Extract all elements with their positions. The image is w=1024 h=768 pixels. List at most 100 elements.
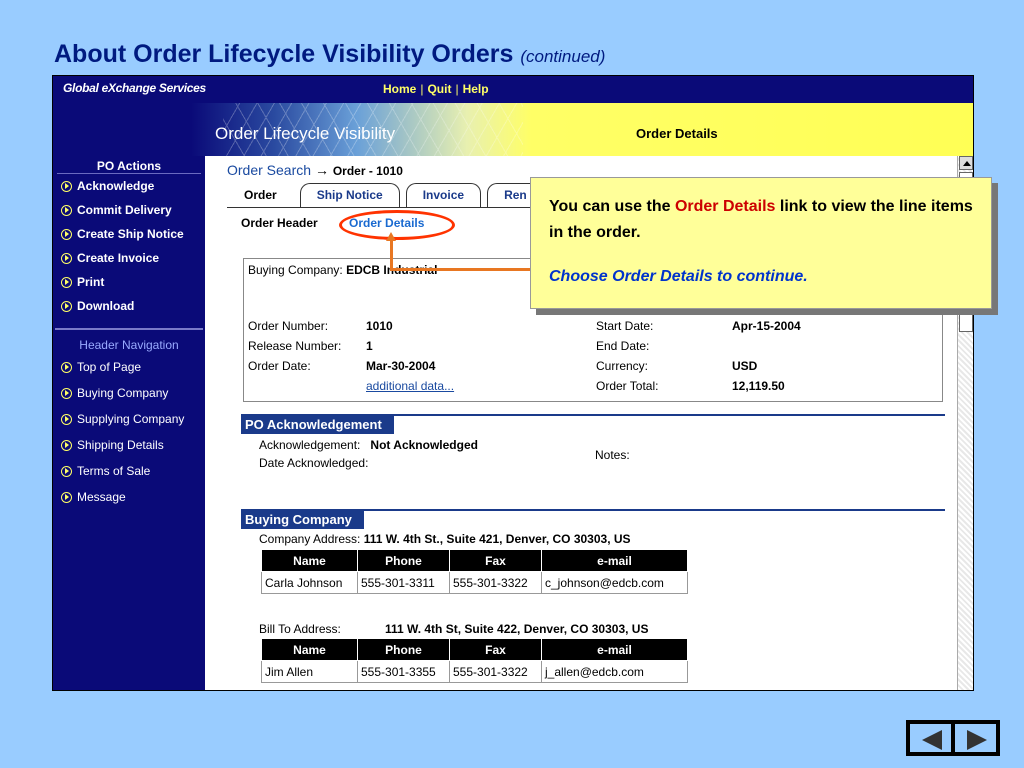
table-cell: 555-301-3355 [357, 660, 450, 683]
field-label: Order Number: [248, 319, 329, 333]
table-header-row: Name Phone Fax e-mail [261, 638, 688, 661]
arrow-circle-icon [61, 276, 72, 288]
po-actions-heading: PO Actions [57, 159, 201, 174]
currency-row: Currency: USD [596, 359, 757, 373]
sidebar-item-label: Download [77, 299, 135, 313]
field-label: Start Date: [596, 319, 654, 333]
ack-section-title: PO Acknowledgement [241, 416, 394, 434]
field-value: Mar-30-2004 [366, 359, 436, 373]
field-label: Date Acknowledged: [259, 456, 369, 470]
header-navigation-heading: Header Navigation [79, 338, 179, 352]
arrow-right-icon: → [314, 162, 329, 178]
field-label: End Date: [596, 339, 650, 353]
company-contact-table: Name Phone Fax e-mail Carla Johnson 555-… [261, 549, 688, 594]
arrow-circle-icon [61, 439, 72, 451]
column-header: Phone [357, 638, 450, 661]
sidebar-item-label: Commit Delivery [77, 203, 172, 217]
sidebar-item-commit-delivery[interactable]: Commit Delivery [53, 198, 205, 222]
quit-link[interactable]: Quit [427, 82, 451, 96]
field-value: 12,119.50 [732, 379, 785, 393]
arrow-circle-icon [61, 180, 72, 192]
sidebar-item-label: Message [77, 490, 126, 504]
table-row: Jim Allen 555-301-3355 555-301-3322 j_al… [261, 660, 688, 683]
arrow-circle-icon [61, 387, 72, 399]
tab-order[interactable]: Order [227, 183, 294, 207]
column-header: Name [261, 638, 358, 661]
column-header: Phone [357, 549, 450, 572]
sidebar-item-buying-company[interactable]: Buying Company [53, 380, 205, 406]
previous-arrow-icon[interactable] [910, 724, 951, 752]
table-cell: Carla Johnson [261, 571, 358, 594]
sidebar-item-create-ship-notice[interactable]: Create Ship Notice [53, 222, 205, 246]
column-header: e-mail [541, 549, 688, 572]
sidebar-item-supplying-company[interactable]: Supplying Company [53, 406, 205, 432]
sidebar-item-label: Terms of Sale [77, 464, 151, 478]
field-label: Acknowledgement: [259, 438, 361, 452]
brand-logo: Global eXchange Services [63, 81, 206, 95]
sidebar-item-top-of-page[interactable]: Top of Page [53, 354, 205, 380]
bill-contact-table: Name Phone Fax e-mail Jim Allen 555-301-… [261, 638, 688, 683]
buying-section-title: Buying Company [241, 511, 364, 529]
arrow-circle-icon [61, 413, 72, 425]
sidebar-item-create-invoice[interactable]: Create Invoice [53, 246, 205, 270]
release-number-row: Release Number: 1 [248, 339, 373, 353]
slide-title: About Order Lifecycle Visibility Orders … [54, 40, 605, 69]
field-label: Order Date: [248, 359, 311, 373]
banner [53, 103, 973, 156]
callout-connector [390, 238, 393, 271]
table-cell: c_johnson@edcb.com [541, 571, 688, 594]
table-cell: j_allen@edcb.com [541, 660, 688, 683]
sidebar-item-acknowledge[interactable]: Acknowledge [53, 174, 205, 198]
sidebar-item-label: Buying Company [77, 386, 169, 400]
date-ack-row: Date Acknowledged: [259, 456, 368, 470]
order-date-row: Order Date: Mar-30-2004 [248, 359, 435, 373]
highlight-oval [339, 210, 455, 240]
home-link[interactable]: Home [383, 82, 416, 96]
field-value: 111 W. 4th St., Suite 421, Denver, CO 30… [363, 532, 631, 546]
arrow-circle-icon [61, 204, 72, 216]
order-search-link[interactable]: Order Search [227, 162, 311, 178]
sidebar-item-download[interactable]: Download [53, 294, 205, 318]
callout-highlight: Order Details [674, 198, 776, 215]
sidebar-item-terms-of-sale[interactable]: Terms of Sale [53, 458, 205, 484]
tab-invoice[interactable]: Invoice [405, 183, 482, 207]
breadcrumb-current: Order - 1010 [332, 164, 403, 178]
breadcrumb: Order Search → Order - 1010 [227, 162, 403, 178]
bill-to-row: Bill To Address: 111 W. 4th St, Suite 422… [259, 622, 648, 636]
arrow-circle-icon [61, 361, 72, 373]
field-label: Company Address: [259, 532, 361, 546]
callout-text: You can use the [549, 198, 675, 215]
additional-data-link[interactable]: additional data... [366, 379, 454, 393]
arrow-circle-icon [61, 491, 72, 503]
sidebar-item-message[interactable]: Message [53, 484, 205, 510]
field-value: Apr-15-2004 [732, 319, 801, 333]
sidebar-item-label: Acknowledge [77, 179, 155, 193]
arrow-circle-icon [61, 300, 72, 312]
sidebar: PO Actions Acknowledge Commit Delivery C… [53, 156, 205, 690]
column-header: e-mail [541, 638, 688, 661]
scroll-up-icon[interactable] [959, 156, 973, 170]
sidebar-divider [55, 328, 203, 330]
column-header: Fax [449, 549, 542, 572]
column-header: Fax [449, 638, 542, 661]
field-label: Bill To Address: [259, 622, 341, 636]
field-value: 111 W. 4th St, Suite 422, Denver, CO 303… [385, 622, 649, 636]
subtab-order-header[interactable]: Order Header [241, 216, 318, 230]
field-label: Buying Company: [248, 263, 343, 277]
tab-ship-notice[interactable]: Ship Notice [299, 183, 400, 207]
sidebar-item-label: Print [77, 275, 105, 289]
arrow-up-icon [386, 232, 396, 241]
section-title: Order Details [636, 126, 718, 141]
callout-instruction: Choose Order Details to continue. [549, 268, 808, 285]
field-value: 1 [366, 339, 373, 353]
field-value: 1010 [366, 319, 393, 333]
help-link[interactable]: Help [463, 82, 489, 96]
field-value: USD [732, 359, 758, 373]
table-cell: 555-301-3311 [357, 571, 450, 594]
sidebar-item-print[interactable]: Print [53, 270, 205, 294]
sidebar-item-shipping-details[interactable]: Shipping Details [53, 432, 205, 458]
arrow-circle-icon [61, 228, 72, 240]
order-number-row: Order Number: 1010 [248, 319, 393, 333]
next-arrow-icon[interactable] [955, 724, 996, 752]
table-cell: Jim Allen [261, 660, 358, 683]
